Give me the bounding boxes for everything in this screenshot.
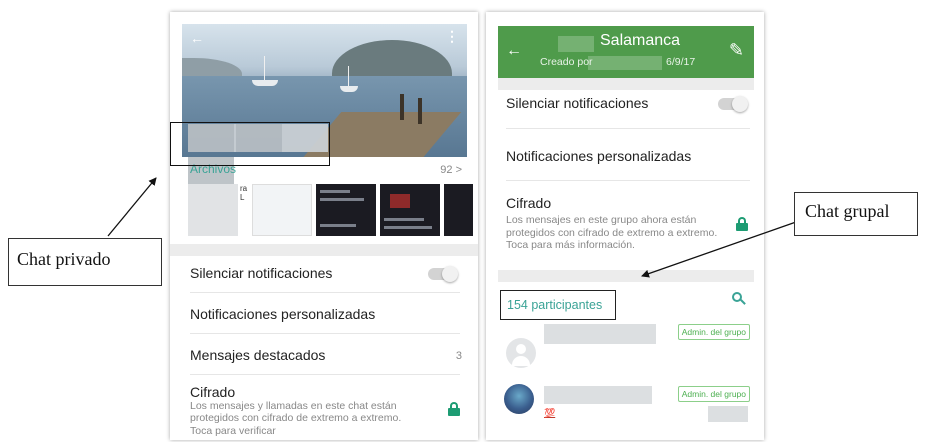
mute-notifications-label[interactable]: Silenciar notificaciones [190,265,332,281]
group-chat-info-screen: ← Salamanca Creado por 6/9/17 ✎ Silencia… [486,12,764,440]
starred-messages-count: 3 [455,350,462,362]
mute-toggle[interactable] [718,96,748,112]
custom-notifications-label[interactable]: Notificaciones personalizadas [506,148,691,164]
back-arrow-icon[interactable]: ← [190,30,204,46]
media-thumbnail[interactable] [444,184,473,236]
private-chat-callout: Chat privado [8,238,162,286]
lock-icon [736,217,748,231]
encryption-description[interactable]: Los mensajes en este grupo ahora están p… [506,214,721,252]
custom-notifications-label[interactable]: Notificaciones personalizadas [190,306,375,322]
blurred-member-name[interactable] [544,386,652,404]
admin-badge: Admin. del grupo [677,324,750,340]
media-count[interactable]: 92 > [440,164,462,176]
mute-notifications-label[interactable]: Silenciar notificaciones [506,95,648,111]
blurred-member-status [708,406,748,422]
contact-name-highlight-box [170,122,330,166]
mute-toggle[interactable] [428,266,458,282]
photo-island [332,40,452,80]
photo-mast [348,66,349,86]
created-date: 6/9/17 [666,56,696,68]
search-icon[interactable] [732,292,746,306]
photo-boat [252,80,278,86]
divider [190,333,460,334]
more-vert-icon[interactable]: ⋮ [445,28,459,45]
group-title: Salamanca [600,32,681,49]
admin-badge: Admin. del grupo [677,386,750,402]
divider [506,128,750,129]
starred-messages-label[interactable]: Mensajes destacados [190,347,325,363]
media-thumbnail[interactable] [188,184,238,236]
photo-hill [182,58,242,78]
hundred-points-emoji: 💯 [544,408,556,418]
group-chat-callout: Chat grupal [794,192,918,236]
participants-count: 154 participantes [500,290,616,320]
media-thumbnail[interactable] [316,184,376,236]
photo-post [418,98,422,124]
media-thumbnail-text: ra L [240,184,248,202]
back-arrow-icon[interactable]: ← [506,42,522,60]
group-header: ← Salamanca Creado por 6/9/17 ✎ [498,26,754,78]
media-thumbnails: ra L [188,184,473,236]
created-by-label: Creado por [540,56,593,68]
edit-icon[interactable]: ✎ [729,40,744,61]
private-chat-info-screen: ← ⋮ Archivos 92 > ra L Silenciar notific… [170,12,478,440]
divider [190,292,460,293]
divider [190,374,460,375]
avatar[interactable] [504,384,534,414]
encryption-title[interactable]: Cifrado [190,384,235,400]
encryption-title[interactable]: Cifrado [506,195,551,211]
encryption-verify-text[interactable]: Toca para verificar [190,425,420,437]
divider [506,180,750,181]
media-thumbnail[interactable] [380,184,440,236]
photo-post [400,94,404,120]
blurred-group-name-part [558,36,594,52]
blurred-creator-name [588,56,662,70]
section-separator [498,270,754,282]
section-separator [498,78,754,90]
media-thumbnail[interactable] [252,184,312,236]
lock-icon [448,402,460,416]
blurred-member-name[interactable] [544,324,656,344]
encryption-description[interactable]: Los mensajes y llamadas en este chat est… [190,400,420,424]
section-separator [170,244,478,256]
arrow-to-private-chat [107,177,157,237]
photo-mast [264,56,265,80]
avatar[interactable] [506,338,536,368]
